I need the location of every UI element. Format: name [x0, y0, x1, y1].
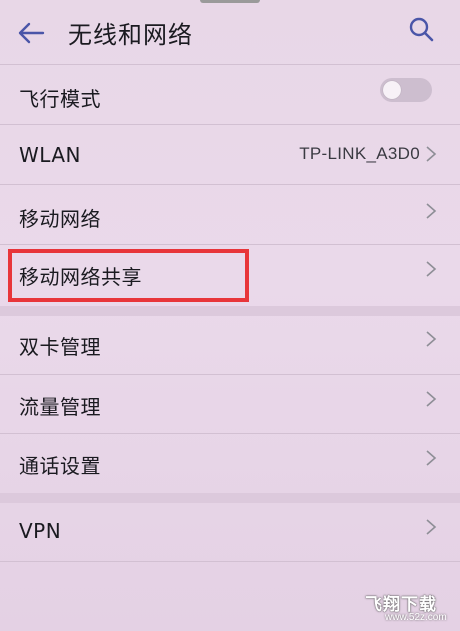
section-divider: [0, 306, 460, 316]
page-title: 无线和网络: [68, 21, 193, 49]
chevron-right-icon: [426, 261, 437, 277]
chevron-right-icon: [426, 519, 437, 535]
app-header: 无线和网络: [0, 0, 460, 64]
call-settings-label: 通话设置: [19, 454, 101, 478]
wlan-label: WLAN: [19, 143, 82, 167]
highlight-box: [8, 249, 249, 302]
search-icon: [409, 17, 434, 42]
search-button[interactable]: [404, 12, 438, 46]
airplane-mode-label: 飞行模式: [19, 87, 101, 111]
wlan-network-name: TP-LINK_A3D0: [299, 144, 420, 163]
toggle-knob: [383, 81, 401, 99]
dual-sim-row[interactable]: 双卡管理: [0, 316, 460, 374]
mobile-network-row[interactable]: 移动网络: [0, 185, 460, 244]
back-arrow-icon: [18, 22, 45, 44]
watermark-logo: 飞翔下载 www.52z.com: [365, 590, 455, 628]
chevron-right-icon: [426, 331, 437, 347]
chevron-right-icon: [426, 203, 437, 219]
data-usage-row[interactable]: 流量管理: [0, 375, 460, 433]
watermark-url: www.52z.com: [385, 612, 447, 623]
chevron-right-icon: [426, 146, 437, 162]
chevron-right-icon: [426, 450, 437, 466]
vpn-label: VPN: [19, 519, 62, 543]
data-usage-label: 流量管理: [19, 395, 101, 419]
airplane-mode-toggle[interactable]: [380, 78, 432, 102]
section-divider: [0, 493, 460, 503]
mobile-network-label: 移动网络: [19, 207, 101, 231]
call-settings-row[interactable]: 通话设置: [0, 434, 460, 492]
back-button[interactable]: [14, 16, 48, 50]
row-divider: [0, 561, 460, 562]
wlan-row[interactable]: WLAN TP-LINK_A3D0: [0, 125, 460, 184]
chevron-right-icon: [426, 391, 437, 407]
vpn-row[interactable]: VPN: [0, 503, 460, 561]
dual-sim-label: 双卡管理: [19, 335, 101, 359]
